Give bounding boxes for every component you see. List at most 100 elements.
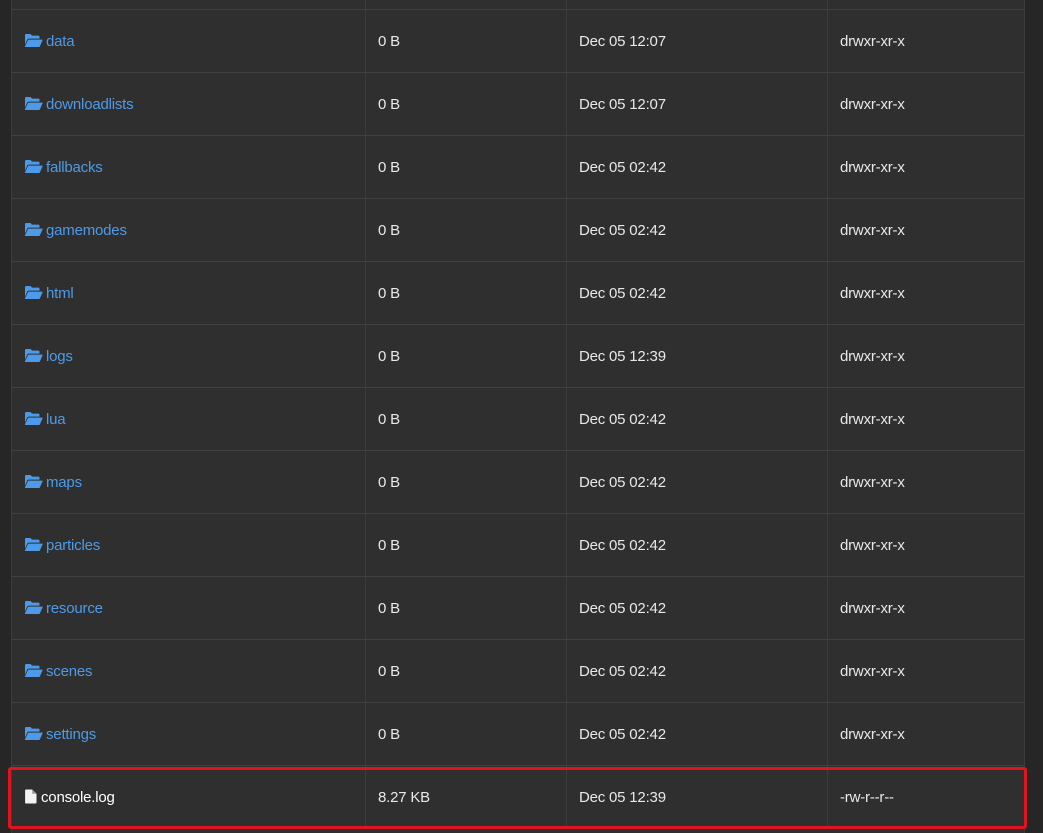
folder-link[interactable]: particles <box>46 537 100 554</box>
folder-link[interactable]: gamemodes <box>46 222 127 239</box>
folder-link[interactable]: maps <box>46 474 82 491</box>
file-size-cell: 0 B <box>366 325 567 387</box>
file-name-cell: console.log <box>12 766 366 828</box>
file-modified: Dec 05 12:39 <box>579 347 666 365</box>
file-permissions-cell: drwxr-xr-x <box>828 73 1024 135</box>
file-size-cell: 8.27 KB <box>366 766 567 828</box>
folder-link[interactable]: logs <box>46 348 73 365</box>
file-name-cell: settings <box>12 703 366 765</box>
file-size-cell: 0 B <box>366 640 567 702</box>
folder-link[interactable]: settings <box>46 726 96 743</box>
file-modified: Dec 05 02:42 <box>579 536 666 554</box>
file-size-cell: 0 B <box>366 703 567 765</box>
folder-open-icon <box>24 537 43 552</box>
file-size: 0 B <box>378 473 400 491</box>
file-permissions: drwxr-xr-x <box>840 599 905 617</box>
file-table-body: data 0 B Dec 05 12:07 drwxr-xr-x downloa… <box>8 10 1027 829</box>
table-row[interactable]: maps 0 B Dec 05 02:42 drwxr-xr-x <box>12 451 1024 514</box>
file-size-cell: 0 B <box>366 199 567 261</box>
file-size: 8.27 KB <box>378 788 430 806</box>
table-row[interactable]: data 0 B Dec 05 12:07 drwxr-xr-x <box>12 10 1024 73</box>
table-row[interactable]: lua 0 B Dec 05 02:42 drwxr-xr-x <box>12 388 1024 451</box>
file-size: 0 B <box>378 536 400 554</box>
folder-link[interactable]: fallbacks <box>46 159 103 176</box>
file-permissions: -rw-r--r-- <box>840 788 894 806</box>
folder-open-icon <box>24 726 43 741</box>
file-permissions-cell: drwxr-xr-x <box>828 514 1024 576</box>
file-link[interactable]: console.log <box>41 789 115 806</box>
file-size: 0 B <box>378 284 400 302</box>
file-permissions: drwxr-xr-x <box>840 158 905 176</box>
folder-open-icon <box>24 222 43 237</box>
table-row[interactable]: console.log 8.27 KB Dec 05 12:39 -rw-r--… <box>8 766 1027 829</box>
folder-open-icon <box>24 348 43 363</box>
table-row[interactable]: particles 0 B Dec 05 02:42 drwxr-xr-x <box>12 514 1024 577</box>
file-size-cell: 0 B <box>366 73 567 135</box>
file-size: 0 B <box>378 725 400 743</box>
file-modified: Dec 05 02:42 <box>579 662 666 680</box>
file-name-cell: html <box>12 262 366 324</box>
file-name-cell: data <box>12 10 366 72</box>
table-row[interactable]: scenes 0 B Dec 05 02:42 drwxr-xr-x <box>12 640 1024 703</box>
file-modified-cell: Dec 05 02:42 <box>567 262 828 324</box>
file-modified-cell: Dec 05 02:42 <box>567 640 828 702</box>
file-modified: Dec 05 02:42 <box>579 158 666 176</box>
file-permissions: drwxr-xr-x <box>840 95 905 113</box>
file-name-cell: gamemodes <box>12 199 366 261</box>
table-row[interactable]: logs 0 B Dec 05 12:39 drwxr-xr-x <box>12 325 1024 388</box>
folder-link[interactable]: html <box>46 285 74 302</box>
file-modified-cell: Dec 05 12:39 <box>567 766 828 828</box>
file-modified: Dec 05 02:42 <box>579 284 666 302</box>
file-name-cell: fallbacks <box>12 136 366 198</box>
folder-open-icon <box>24 600 43 615</box>
table-row[interactable]: fallbacks 0 B Dec 05 02:42 drwxr-xr-x <box>12 136 1024 199</box>
file-size-cell: 0 B <box>366 262 567 324</box>
table-row[interactable]: gamemodes 0 B Dec 05 02:42 drwxr-xr-x <box>12 199 1024 262</box>
file-permissions-cell: drwxr-xr-x <box>828 388 1024 450</box>
table-row[interactable]: resource 0 B Dec 05 02:42 drwxr-xr-x <box>12 577 1024 640</box>
file-name-cell: resource <box>12 577 366 639</box>
file-permissions: drwxr-xr-x <box>840 410 905 428</box>
file-size: 0 B <box>378 221 400 239</box>
file-size-cell: 0 B <box>366 451 567 513</box>
table-row[interactable]: html 0 B Dec 05 02:42 drwxr-xr-x <box>12 262 1024 325</box>
file-permissions-cell: drwxr-xr-x <box>828 640 1024 702</box>
file-modified-cell: Dec 05 02:42 <box>567 577 828 639</box>
file-permissions: drwxr-xr-x <box>840 32 905 50</box>
folder-open-icon <box>24 285 43 300</box>
table-row[interactable]: downloadlists 0 B Dec 05 12:07 drwxr-xr-… <box>12 73 1024 136</box>
file-permissions: drwxr-xr-x <box>840 284 905 302</box>
file-permissions: drwxr-xr-x <box>840 473 905 491</box>
file-name-cell: logs <box>12 325 366 387</box>
folder-link[interactable]: resource <box>46 600 103 617</box>
file-size: 0 B <box>378 347 400 365</box>
file-permissions: drwxr-xr-x <box>840 347 905 365</box>
file-size: 0 B <box>378 95 400 113</box>
file-permissions-cell: -rw-r--r-- <box>828 766 1024 828</box>
file-modified: Dec 05 02:42 <box>579 221 666 239</box>
folder-link[interactable]: lua <box>46 411 66 428</box>
file-permissions-cell: drwxr-xr-x <box>828 10 1024 72</box>
table-row[interactable]: settings 0 B Dec 05 02:42 drwxr-xr-x <box>12 703 1024 766</box>
file-size: 0 B <box>378 599 400 617</box>
file-modified-cell: Dec 05 02:42 <box>567 199 828 261</box>
file-permissions-cell: drwxr-xr-x <box>828 325 1024 387</box>
file-size-cell: 0 B <box>366 136 567 198</box>
file-permissions: drwxr-xr-x <box>840 536 905 554</box>
file-permissions: drwxr-xr-x <box>840 221 905 239</box>
file-name-cell: scenes <box>12 640 366 702</box>
folder-link[interactable]: downloadlists <box>46 96 134 113</box>
file-name-cell: lua <box>12 388 366 450</box>
folder-link[interactable]: data <box>46 33 75 50</box>
file-modified-cell: Dec 05 12:07 <box>567 73 828 135</box>
file-permissions-cell: drwxr-xr-x <box>828 451 1024 513</box>
file-modified-cell: Dec 05 02:42 <box>567 514 828 576</box>
file-modified: Dec 05 02:42 <box>579 473 666 491</box>
file-permissions-cell: drwxr-xr-x <box>828 577 1024 639</box>
file-modified: Dec 05 12:07 <box>579 95 666 113</box>
file-size: 0 B <box>378 158 400 176</box>
file-name-cell: maps <box>12 451 366 513</box>
file-size: 0 B <box>378 662 400 680</box>
folder-link[interactable]: scenes <box>46 663 93 680</box>
file-permissions-cell: drwxr-xr-x <box>828 199 1024 261</box>
